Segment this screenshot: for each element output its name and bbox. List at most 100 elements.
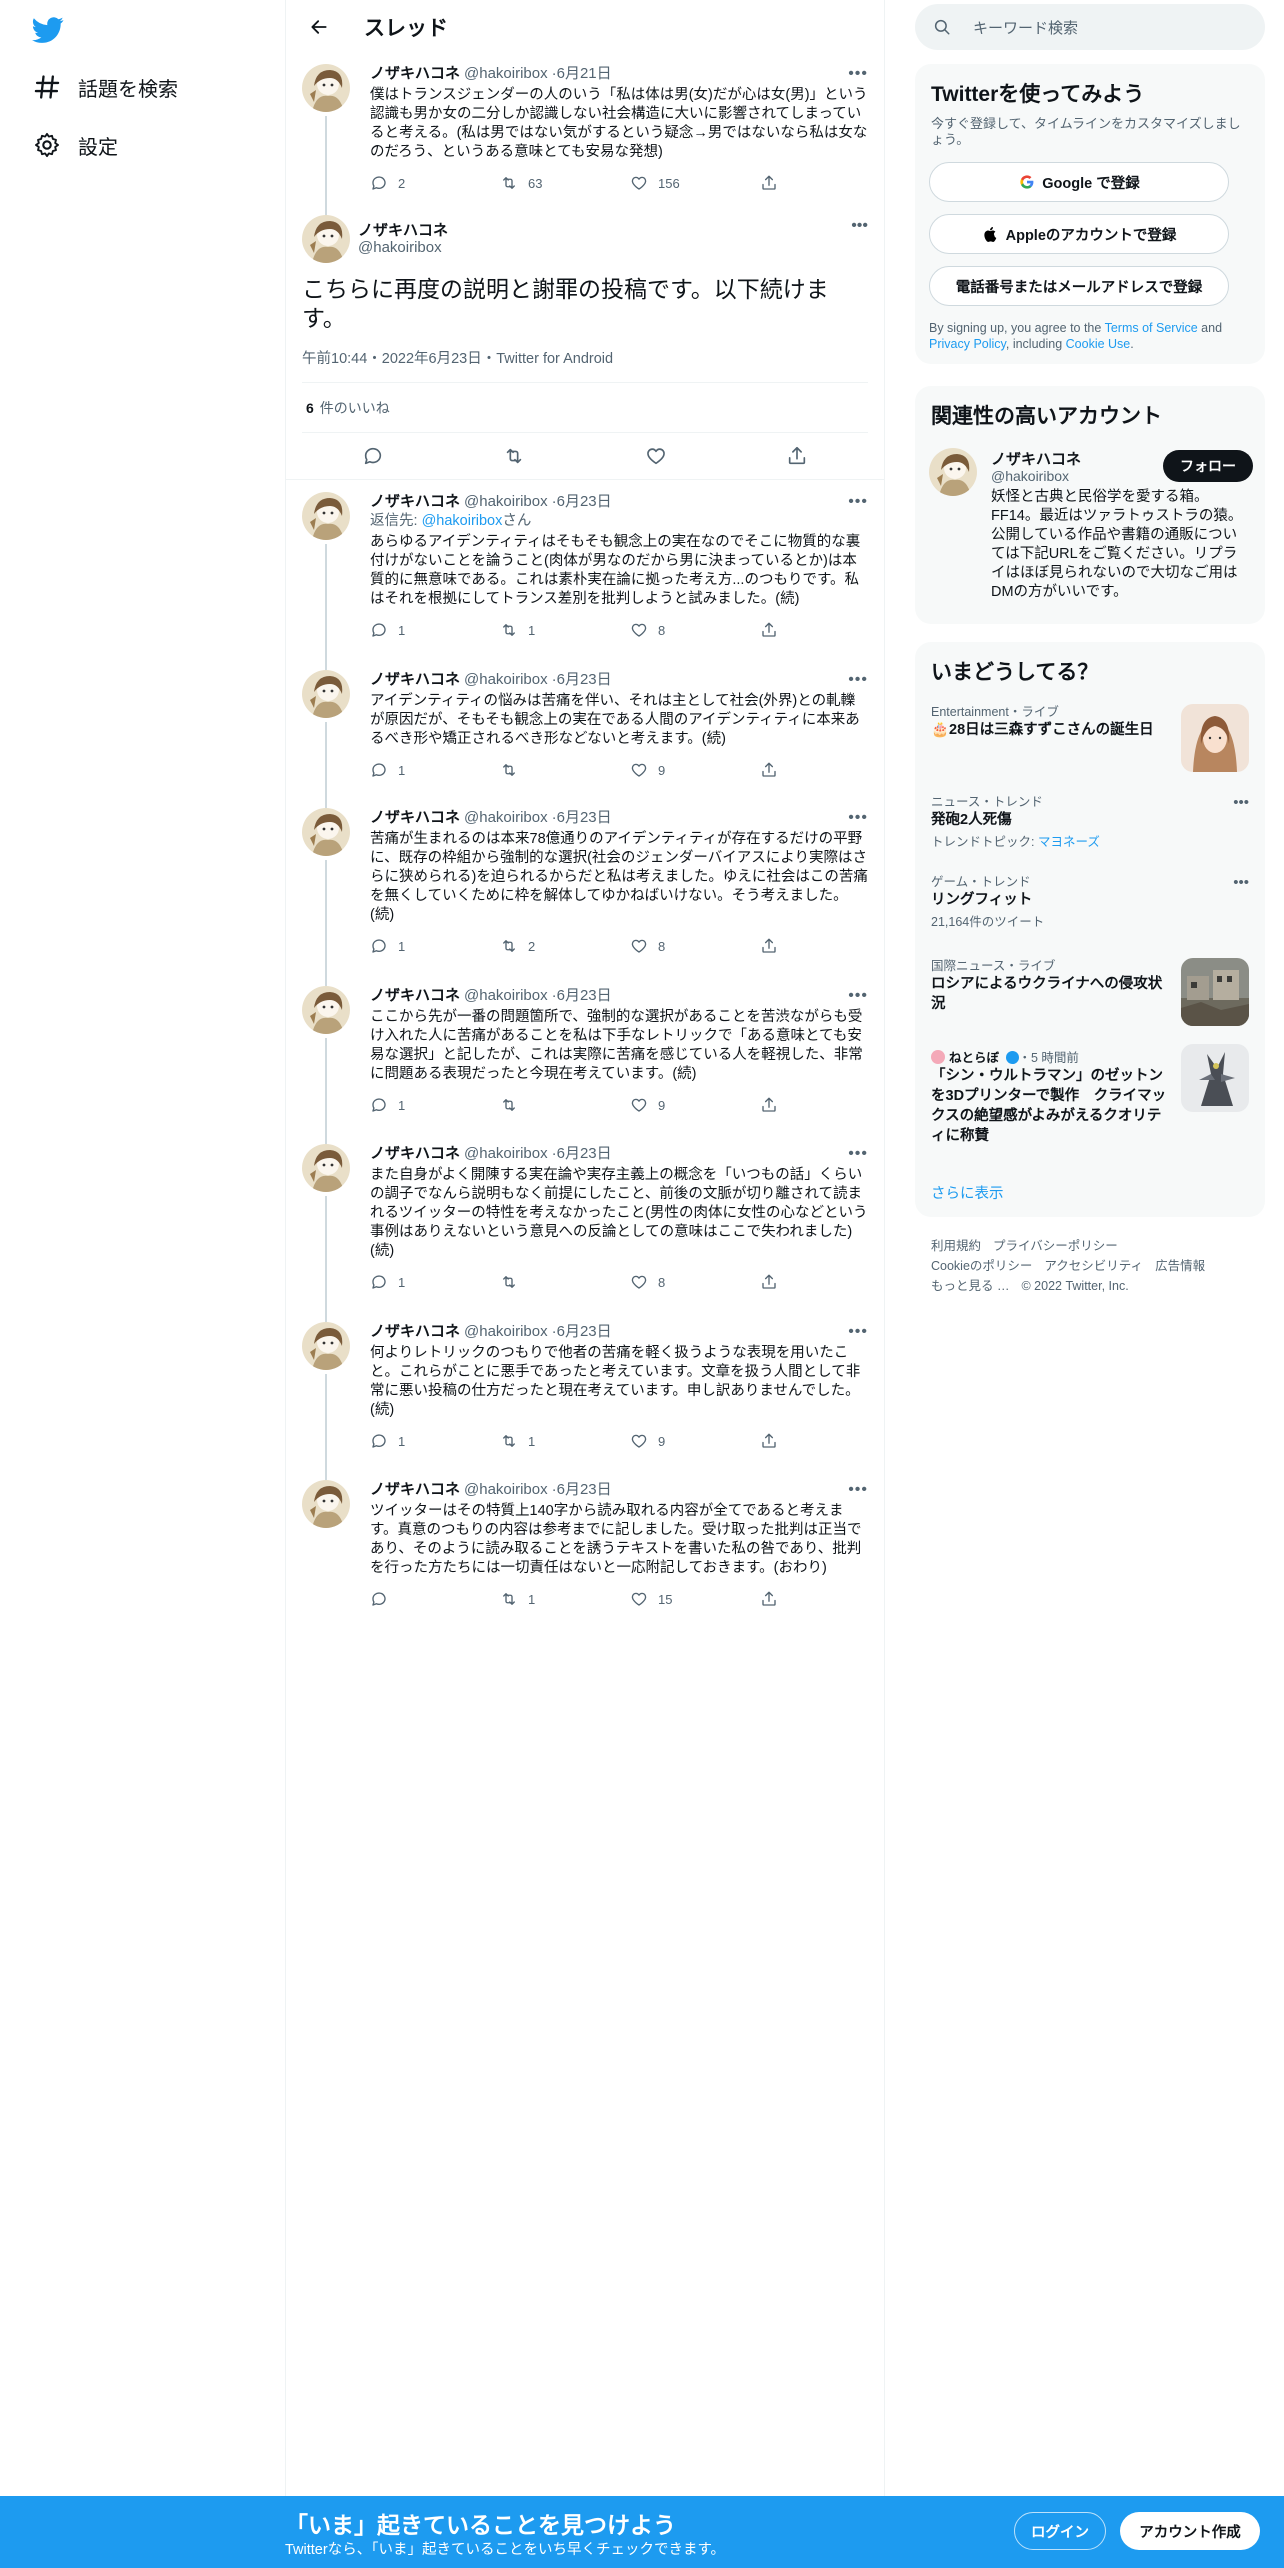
author-handle[interactable]: @hakoiribox [464, 1480, 548, 1500]
search-input[interactable]: キーワード検索 [915, 4, 1265, 50]
avatar[interactable] [302, 986, 350, 1034]
like-button[interactable]: 9 [630, 1096, 760, 1114]
more-options-icon[interactable]: ••• [1233, 874, 1249, 891]
more-options-icon[interactable]: ••• [848, 492, 868, 512]
avatar[interactable] [302, 1322, 350, 1370]
apple-signup-button[interactable]: Appleのアカウントで登録 [929, 214, 1229, 254]
more-options-icon[interactable]: ••• [848, 1480, 868, 1500]
retweet-button[interactable]: 1 [500, 1590, 630, 1608]
reply-icon[interactable] [362, 445, 384, 467]
avatar[interactable] [302, 64, 350, 112]
tweet-date[interactable]: 6月23日 [557, 671, 612, 688]
parent-tweet[interactable]: ノザキハコネ @hakoiribox ·6月21日 ••• 僕はトランスジェンダ… [286, 54, 884, 216]
more-options-icon[interactable]: ••• [848, 986, 868, 1006]
more-options-icon[interactable]: ••• [848, 64, 868, 84]
reply-tweet[interactable]: ノザキハコネ @hakoiribox ·6月23日 ••• また自身がよく開陳する実在論… [286, 1132, 884, 1322]
reply-button[interactable]: 1 [370, 621, 500, 639]
footer-cookies-link[interactable]: Cookieのポリシー [931, 1259, 1032, 1273]
author-name[interactable]: ノザキハコネ [370, 808, 460, 828]
reply-tweet[interactable]: ノザキハコネ @hakoiribox ·6月23日 ••• ツイッターはその特質上140… [286, 1468, 884, 1608]
back-arrow-icon[interactable] [302, 10, 336, 44]
author-handle[interactable]: @hakoiribox [358, 239, 442, 256]
like-button[interactable]: 8 [630, 1273, 760, 1291]
author-name[interactable]: ノザキハコネ [370, 64, 460, 84]
share-button[interactable] [760, 174, 788, 192]
account-handle[interactable]: @hakoiribox [991, 468, 1069, 484]
avatar[interactable] [302, 1480, 350, 1528]
trend-item[interactable]: Entertainment・ライブ 🎂28日は三森すずこさんの誕生日 [915, 704, 1265, 772]
avatar[interactable] [302, 1144, 350, 1192]
retweet-button[interactable]: 1 [500, 621, 630, 639]
tweet-date[interactable]: 6月23日 [557, 987, 612, 1004]
trend-item[interactable]: ニュース・トレンド 発砲2人死傷 トレンドトピック: マヨネーズ ••• [915, 794, 1265, 850]
author-name[interactable]: ノザキハコネ [370, 492, 460, 512]
like-button[interactable]: 8 [630, 937, 760, 955]
author-handle[interactable]: @hakoiribox [464, 1322, 548, 1342]
more-options-icon[interactable]: ••• [848, 1322, 868, 1342]
like-button[interactable]: 9 [630, 761, 760, 779]
tweet-date[interactable]: 6月23日 [557, 1481, 612, 1498]
author-handle[interactable]: @hakoiribox [464, 64, 548, 84]
cookie-use-link[interactable]: Cookie Use [1066, 337, 1131, 351]
trend-topic-link[interactable]: マヨネーズ [1038, 835, 1100, 849]
reply-tweet[interactable]: ノザキハコネ @hakoiribox ·6月23日 ••• 何よりレトリックのつもりで他… [286, 1310, 884, 1480]
reply-button[interactable]: 1 [370, 761, 500, 779]
author-name[interactable]: ノザキハコネ [370, 1480, 460, 1500]
author-name[interactable]: ノザキハコネ [358, 219, 448, 240]
share-button[interactable] [760, 1590, 788, 1608]
more-options-icon[interactable]: ••• [1233, 794, 1249, 811]
like-button[interactable]: 8 [630, 621, 760, 639]
like-button[interactable]: 15 [630, 1590, 760, 1608]
retweet-icon[interactable] [503, 445, 525, 467]
retweet-button[interactable] [500, 1096, 630, 1114]
more-options-icon[interactable]: ••• [848, 670, 868, 690]
author-name[interactable]: ノザキハコネ [370, 986, 460, 1006]
login-button[interactable]: ログイン [1014, 2512, 1106, 2550]
footer-terms-link[interactable]: 利用規約 [931, 1239, 981, 1253]
more-options-icon[interactable]: ••• [848, 808, 868, 828]
retweet-button[interactable]: 1 [500, 1432, 630, 1450]
footer-more-link[interactable]: もっと見る … [931, 1279, 1009, 1293]
author-handle[interactable]: @hakoiribox [464, 986, 548, 1006]
tweet-date[interactable]: 6月23日 [557, 809, 612, 826]
author-name[interactable]: ノザキハコネ [370, 1144, 460, 1164]
tweet-date[interactable]: 6月23日 [557, 493, 612, 510]
terms-of-service-link[interactable]: Terms of Service [1105, 321, 1198, 335]
heart-icon[interactable] [645, 445, 667, 467]
reply-button[interactable]: 2 [370, 174, 500, 192]
author-handle[interactable]: @hakoiribox [464, 1144, 548, 1164]
retweet-button[interactable] [500, 761, 630, 779]
avatar[interactable] [302, 215, 350, 263]
retweet-button[interactable] [500, 1273, 630, 1291]
reply-tweet[interactable]: ノザキハコネ @hakoiribox ·6月23日 ••• ここから先が一番の問題箇所で… [286, 974, 884, 1144]
share-button[interactable] [760, 1096, 788, 1114]
footer-privacy-link[interactable]: プライバシーポリシー [993, 1239, 1118, 1253]
avatar[interactable] [929, 448, 977, 496]
trend-item[interactable]: 国際ニュース・ライブ ロシアによるウクライナへの侵攻状況 [915, 958, 1265, 1026]
footer-ads-link[interactable]: 広告情報 [1155, 1259, 1205, 1273]
google-signup-button[interactable]: Google で登録 [929, 162, 1229, 202]
reply-button[interactable] [370, 1590, 500, 1608]
reply-button[interactable]: 1 [370, 1273, 500, 1291]
show-more-link[interactable]: さらに表示 [931, 1182, 1004, 1203]
retweet-button[interactable]: 63 [500, 174, 630, 192]
author-name[interactable]: ノザキハコネ [370, 670, 460, 690]
share-button[interactable] [760, 621, 788, 639]
create-account-button[interactable]: アカウント作成 [1120, 2512, 1260, 2550]
author-handle[interactable]: @hakoiribox [464, 670, 548, 690]
footer-accessibility-link[interactable]: アクセシビリティ [1044, 1259, 1143, 1273]
mention-link[interactable]: @hakoiribox [422, 513, 503, 529]
nav-settings[interactable]: 設定 [32, 125, 118, 165]
tweet-date[interactable]: 6月23日 [557, 1323, 612, 1340]
avatar[interactable] [302, 492, 350, 540]
more-options-icon[interactable]: ••• [851, 217, 868, 235]
avatar[interactable] [302, 808, 350, 856]
share-button[interactable] [760, 937, 788, 955]
tweet-date[interactable]: 6月23日 [557, 1145, 612, 1162]
reply-button[interactable]: 1 [370, 937, 500, 955]
share-button[interactable] [760, 1432, 788, 1450]
twitter-bird-icon[interactable] [32, 14, 64, 46]
reply-tweet[interactable]: ノザキハコネ @hakoiribox ·6月23日 ••• 苦痛が生まれるのは本来78億… [286, 796, 884, 986]
trend-item[interactable]: ねとらぼ ・5 時間前 「シン・ウルトラマン」のゼットンを3Dプリンターで製作 … [915, 1044, 1265, 1146]
phone-email-signup-button[interactable]: 電話番号またはメールアドレスで登録 [929, 266, 1229, 306]
